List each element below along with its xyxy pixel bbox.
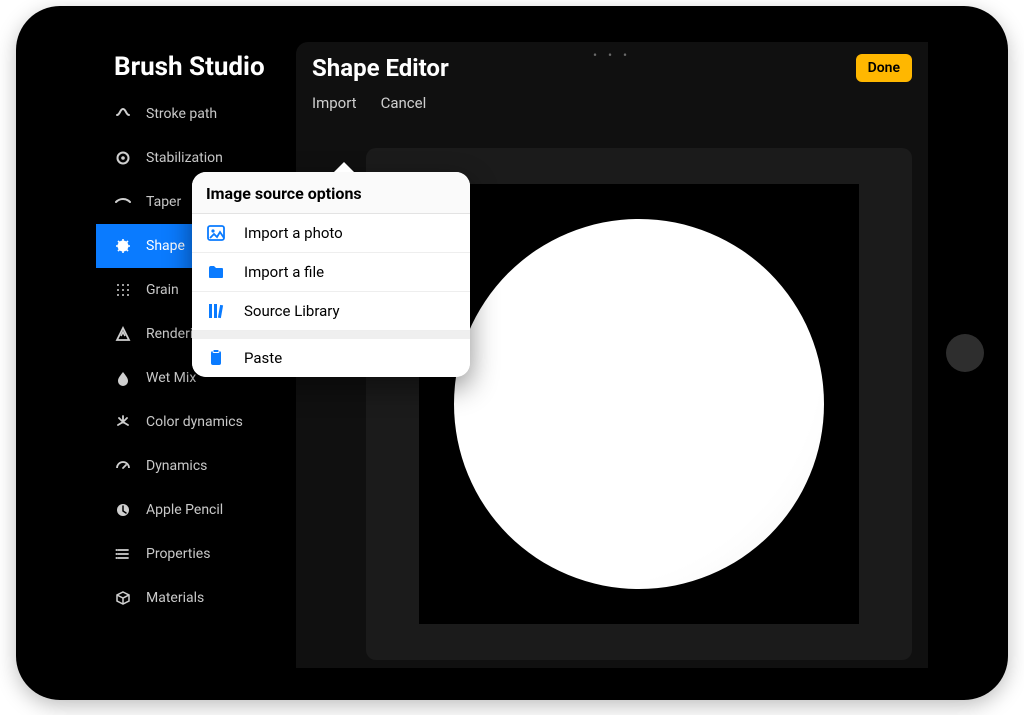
photo-icon — [206, 223, 226, 243]
stabilize-icon — [114, 149, 132, 167]
shape-canvas[interactable] — [419, 184, 859, 624]
shape-icon — [114, 237, 132, 255]
folder-icon — [206, 262, 226, 282]
sidebar-item-label: Stroke path — [146, 106, 217, 122]
drag-handle-icon[interactable]: • • • — [593, 48, 631, 62]
library-icon — [206, 301, 226, 321]
sidebar-item-label: Taper — [146, 194, 181, 210]
home-button[interactable] — [946, 334, 984, 372]
sidebar-item-label: Wet Mix — [146, 370, 196, 386]
editor-subactions: Import Cancel — [296, 86, 928, 126]
paste-icon — [206, 348, 226, 368]
import-action[interactable]: Import — [312, 94, 357, 112]
taper-icon — [114, 193, 132, 211]
sidebar-item-label: Color dynamics — [146, 414, 243, 430]
sidebar-item-label: Stabilization — [146, 150, 223, 166]
grain-icon — [114, 281, 132, 299]
dynamics-icon — [114, 457, 132, 475]
render-icon — [114, 325, 132, 343]
sidebar-item-label: Grain — [146, 282, 179, 298]
pencil-icon — [114, 501, 132, 519]
tablet-frame: Brush Studio Stroke pathStabilizationTap… — [16, 6, 1008, 700]
shape-preview-circle — [454, 219, 824, 589]
materials-icon — [114, 589, 132, 607]
popover-item-import-a-file[interactable]: Import a file — [192, 253, 470, 292]
popover-item-source-library[interactable]: Source Library — [192, 292, 470, 331]
popover-item-label: Paste — [244, 349, 282, 367]
popover-item-import-a-photo[interactable]: Import a photo — [192, 214, 470, 253]
sidebar-item-label: Properties — [146, 546, 210, 562]
popover-item-label: Import a file — [244, 263, 324, 281]
sidebar-item-label: Shape — [146, 238, 185, 254]
app-screen: Brush Studio Stroke pathStabilizationTap… — [96, 38, 928, 668]
sidebar-item-label: Apple Pencil — [146, 502, 223, 518]
cancel-action[interactable]: Cancel — [381, 94, 427, 112]
editor-title: Shape Editor — [312, 54, 449, 82]
strokepath-icon — [114, 105, 132, 123]
sidebar-item-label: Dynamics — [146, 458, 207, 474]
popover-item-label: Source Library — [244, 302, 340, 320]
popover-item-label: Import a photo — [244, 224, 343, 242]
properties-icon — [114, 545, 132, 563]
sidebar-item-label: Materials — [146, 590, 204, 606]
popover-item-paste[interactable]: Paste — [192, 331, 470, 377]
image-source-popover: Image source options Import a photo Impor… — [192, 172, 470, 377]
colordyn-icon — [114, 413, 132, 431]
popover-title: Image source options — [192, 172, 470, 214]
done-button[interactable]: Done — [856, 54, 912, 82]
wetmix-icon — [114, 369, 132, 387]
